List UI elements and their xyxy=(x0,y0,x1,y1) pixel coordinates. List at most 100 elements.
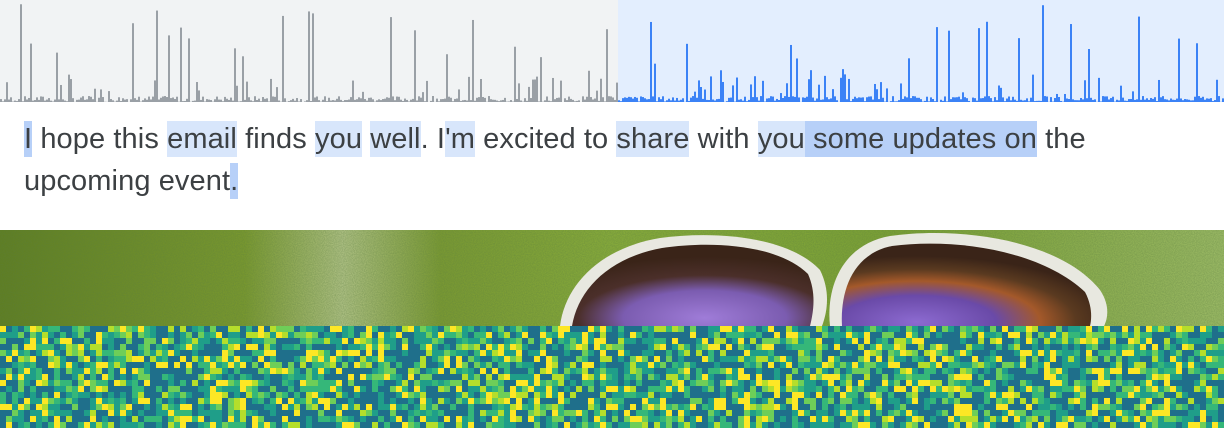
spectrogram-cell xyxy=(54,386,60,392)
spectrogram-cell xyxy=(252,410,258,416)
spectrogram-cell xyxy=(546,344,552,350)
transcript-word[interactable]: email xyxy=(167,121,237,157)
spectrogram-cell xyxy=(738,350,744,356)
spectrogram-cell xyxy=(246,344,252,350)
spectrogram-cell xyxy=(906,398,912,404)
transcript-word[interactable]: some updates on xyxy=(804,121,1037,157)
transcript-word[interactable]: well xyxy=(370,121,421,157)
spectrogram-cell xyxy=(240,344,246,350)
spectrogram-cell xyxy=(840,404,846,410)
spectrogram-cell xyxy=(816,386,822,392)
waveform-bar xyxy=(812,97,814,102)
waveform-bar xyxy=(234,48,236,102)
spectrogram-cell xyxy=(450,344,456,350)
spectrogram-cell xyxy=(570,404,576,410)
transcript-word[interactable]: I xyxy=(24,121,33,157)
spectrogram-cell xyxy=(216,338,222,344)
spectrogram-cell xyxy=(534,380,540,386)
spectrogram-cell xyxy=(714,362,720,368)
waveform-bar xyxy=(1094,99,1096,102)
spectrogram-cell xyxy=(18,422,24,428)
spectrogram-cell xyxy=(1116,386,1122,392)
spectrogram-cell xyxy=(858,380,864,386)
spectrogram-cell xyxy=(1092,374,1098,380)
spectrogram-cell xyxy=(378,398,384,404)
spectrogram-cell xyxy=(474,404,480,410)
spectrogram-cell xyxy=(816,362,822,368)
waveform-bar xyxy=(990,98,992,102)
spectrogram-cell xyxy=(1122,416,1128,422)
transcript-word[interactable]: you xyxy=(314,121,363,157)
spectrogram-cell xyxy=(12,380,18,386)
spectrogram-cell xyxy=(408,380,414,386)
spectrogram-cell xyxy=(402,344,408,350)
spectrogram-cell xyxy=(180,416,186,422)
transcript-word[interactable]: with xyxy=(689,121,757,157)
spectrogram-cell xyxy=(120,326,126,332)
spectrogram-cell xyxy=(702,422,708,428)
spectrogram-cell xyxy=(852,368,858,374)
spectrogram-cell xyxy=(378,338,384,344)
spectrogram-cell xyxy=(366,368,372,374)
spectrogram-cell xyxy=(1164,374,1170,380)
audio-waveform[interactable] xyxy=(0,0,1224,102)
spectrogram-cell xyxy=(864,338,870,344)
transcript-word[interactable]: 'm xyxy=(445,121,475,157)
spectrogram-cell xyxy=(768,380,774,386)
transcript-word[interactable]: you xyxy=(757,121,805,157)
transcript-word[interactable]: finds xyxy=(237,121,315,157)
spectrogram-cell xyxy=(1194,332,1200,338)
spectrogram-cell xyxy=(582,332,588,338)
spectrogram-cell xyxy=(606,416,612,422)
spectrogram-cell xyxy=(432,392,438,398)
spectrogram-cell xyxy=(912,356,918,362)
transcript-word[interactable] xyxy=(362,121,370,157)
waveform-bar xyxy=(606,29,608,102)
spectrogram-cell xyxy=(432,374,438,380)
spectrogram-cell xyxy=(60,380,66,386)
spectrogram-cell xyxy=(558,326,564,332)
waveform-bar xyxy=(124,99,126,102)
spectrogram-cell xyxy=(630,332,636,338)
waveform-bar xyxy=(194,100,196,102)
waveform-bar xyxy=(308,11,310,102)
spectrogram-cell xyxy=(666,410,672,416)
waveform-bar xyxy=(814,100,816,102)
spectrogram-cell xyxy=(84,416,90,422)
spectrogram-cell xyxy=(828,410,834,416)
spectrogram-cell xyxy=(324,380,330,386)
spectrogram-cell xyxy=(198,374,204,380)
spectrogram-cell xyxy=(618,410,624,416)
waveform-bar xyxy=(742,100,744,102)
spectrogram-cell xyxy=(672,398,678,404)
transcript-word[interactable]: excited to xyxy=(475,121,616,157)
transcript-word[interactable]: . I xyxy=(421,121,445,157)
spectrogram-cell xyxy=(1098,398,1104,404)
spectrogram-cell xyxy=(1122,332,1128,338)
spectrogram-cell xyxy=(330,422,336,428)
spectrogram-cell xyxy=(348,416,354,422)
spectrogram-cell xyxy=(714,368,720,374)
spectrogram-cell xyxy=(558,368,564,374)
transcript-word[interactable]: . xyxy=(230,163,239,199)
spectrogram-cell xyxy=(792,350,798,356)
spectrogram-cell xyxy=(1092,344,1098,350)
waveform-bar xyxy=(400,99,402,102)
spectrogram-cell xyxy=(684,422,690,428)
spectrogram-cell xyxy=(426,368,432,374)
spectrogram-cell xyxy=(636,422,642,428)
waveform-bar xyxy=(780,93,782,102)
spectrogram-cell xyxy=(912,374,918,380)
spectrogram-cell xyxy=(714,416,720,422)
spectrogram-cell xyxy=(372,398,378,404)
spectrogram-cell xyxy=(72,416,78,422)
transcript-word[interactable]: share xyxy=(616,121,690,157)
spectrogram-cell xyxy=(606,398,612,404)
transcript-word[interactable]: hope this xyxy=(32,121,167,157)
waveform-bar xyxy=(772,96,774,102)
spectrogram-cell xyxy=(420,404,426,410)
spectrogram-cell xyxy=(918,398,924,404)
spectrogram-cell xyxy=(894,416,900,422)
spectrogram-cell xyxy=(462,368,468,374)
spectrogram-cell xyxy=(756,350,762,356)
